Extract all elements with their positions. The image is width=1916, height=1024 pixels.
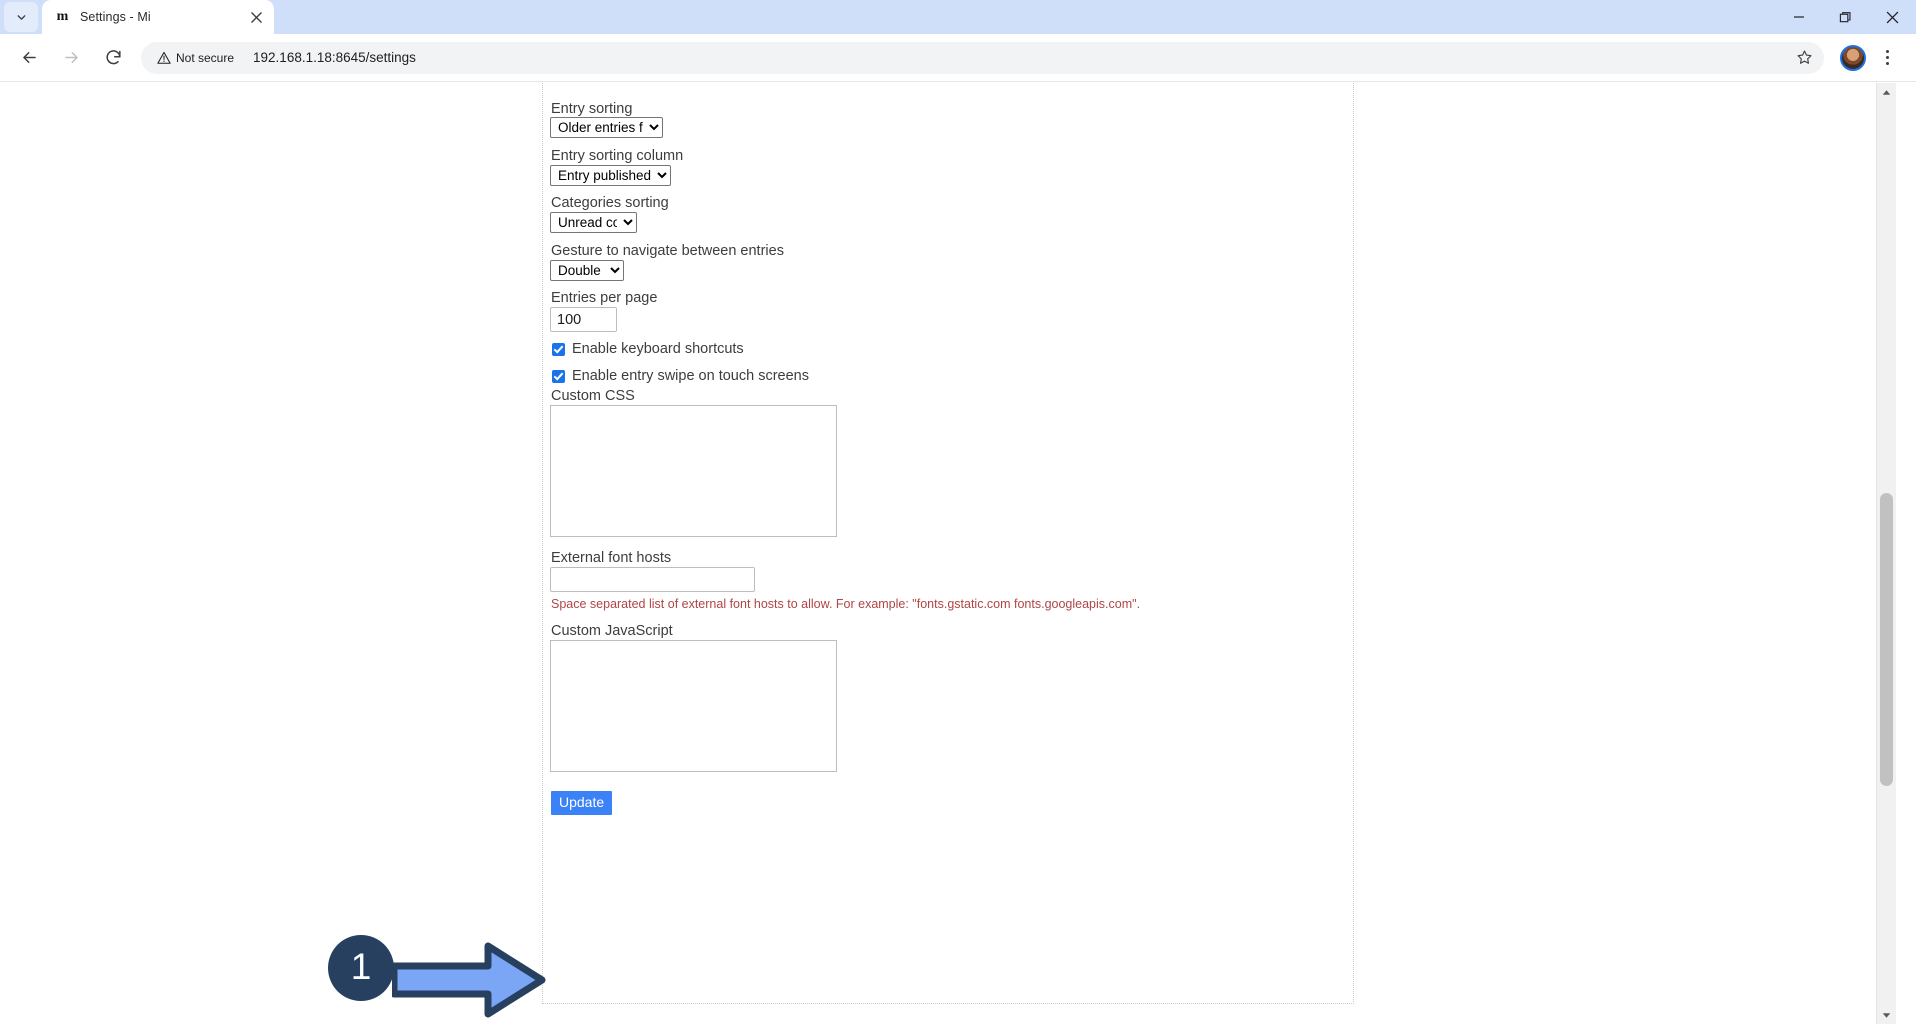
maximize-icon[interactable] [1822,0,1869,34]
profile-avatar[interactable] [1840,44,1866,71]
security-indicator[interactable]: Not secure [151,47,243,69]
minimize-icon[interactable] [1775,0,1822,34]
close-window-icon[interactable] [1869,0,1916,34]
scrollbar-thumb[interactable] [1880,493,1893,786]
gesture-nav-select[interactable]: Double tap [550,260,624,281]
three-dot-menu-icon[interactable] [1872,43,1902,73]
browser-window: m Settings - Mi Not secure 192.168.1.18:… [0,0,1916,1024]
forward-arrow-icon[interactable] [55,42,87,74]
custom-css-textarea[interactable] [550,405,837,537]
entry-sorting-column-label: Entry sorting column [551,148,684,164]
categories-sorting-select[interactable]: Unread count [550,212,637,233]
miniflux-favicon: m [56,9,69,24]
scroll-down-arrow-icon[interactable] [1877,1006,1896,1024]
security-label: Not secure [176,50,235,65]
external-font-hosts-label: External font hosts [551,550,672,566]
entry-swipe-checkbox[interactable] [552,369,565,383]
custom-css-label: Custom CSS [551,388,635,404]
entry-swipe-row[interactable]: Enable entry swipe on touch screens [552,368,809,384]
tab-strip: m Settings - Mi [0,0,1916,34]
page-viewport: Entry sorting Older entries first Entry … [0,83,1916,1024]
page-scrollbar[interactable] [1876,83,1896,1024]
url-text: 192.168.1.18:8645/settings [253,50,416,65]
entries-per-page-label: Entries per page [551,290,658,306]
categories-sorting-label: Categories sorting [551,195,669,211]
tab-search-icon[interactable] [4,2,38,32]
close-icon[interactable] [246,7,266,27]
update-button[interactable]: Update [551,791,613,816]
close-glyph [250,11,262,23]
field-entry-sorting: Entry sorting [551,102,632,117]
menu-dot [1885,62,1889,65]
entries-per-page-input[interactable] [550,307,617,332]
keyboard-shortcuts-label: Enable keyboard shortcuts [572,341,744,357]
gesture-nav-label: Gesture to navigate between entries [551,243,784,259]
tab-title: Settings - Mi [80,10,151,24]
warning-triangle-icon [157,51,171,64]
entry-sorting-select[interactable]: Older entries first [550,117,663,138]
external-font-hosts-hint: Space separated list of external font ho… [551,597,1141,611]
entry-sorting-column-select[interactable]: Entry published time [550,165,671,186]
external-font-hosts-input[interactable] [550,567,755,592]
menu-dot [1885,50,1889,53]
keyboard-shortcuts-checkbox[interactable] [552,342,565,356]
settings-page: Entry sorting Older entries first Entry … [0,83,1896,1024]
window-controls [1775,0,1916,34]
scroll-up-arrow-icon[interactable] [1877,83,1896,101]
menu-dot [1885,56,1889,59]
chevron-down-icon [17,14,25,20]
back-arrow-icon[interactable] [13,42,45,74]
star-icon[interactable] [1790,44,1818,72]
entry-sorting-label: Entry sorting [551,101,633,117]
keyboard-shortcuts-row[interactable]: Enable keyboard shortcuts [552,341,744,357]
browser-toolbar: Not secure 192.168.1.18:8645/settings [0,34,1916,82]
address-bar[interactable]: Not secure 192.168.1.18:8645/settings [141,41,1824,74]
custom-javascript-textarea[interactable] [550,640,837,772]
browser-tab[interactable]: m Settings - Mi [42,0,274,34]
custom-javascript-label: Custom JavaScript [551,623,673,639]
entry-swipe-label: Enable entry swipe on touch screens [572,368,809,384]
reload-icon[interactable] [97,42,129,74]
settings-form: Entry sorting Older entries first Entry … [542,83,1354,1004]
